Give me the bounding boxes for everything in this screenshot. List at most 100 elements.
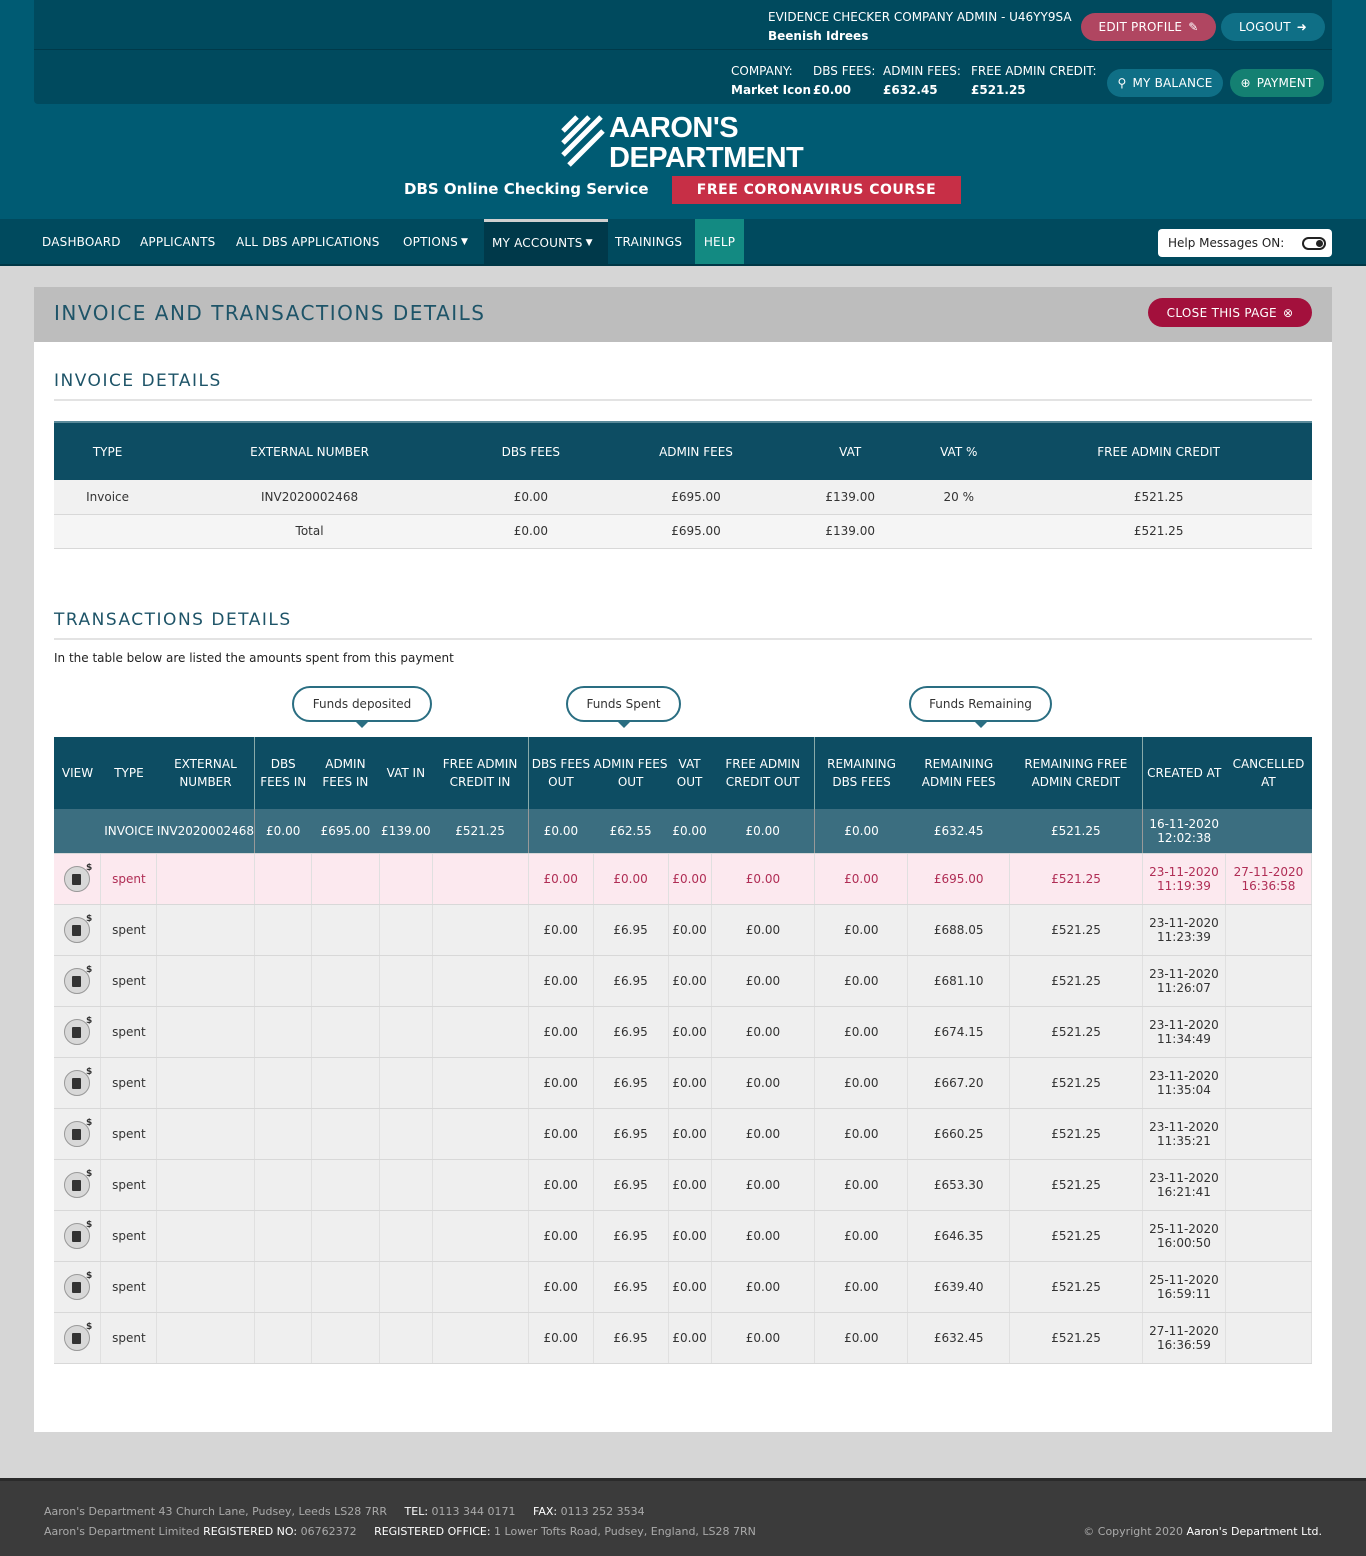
coronavirus-course-link[interactable]: FREE CORONAVIRUS COURSE — [672, 176, 961, 204]
empty-cell — [156, 1159, 255, 1211]
stat-label: FREE ADMIN CREDIT: — [971, 64, 1097, 78]
invoice-cell: £521.25 — [1005, 514, 1312, 549]
tx-cell: £6.95 — [593, 1210, 669, 1262]
tx-cell: £0.00 — [711, 955, 816, 1007]
tx-cell: £0.00 — [527, 955, 594, 1007]
tx-cell: £0.00 — [527, 1159, 594, 1211]
tx-col-header: REMAINING FREE ADMIN CREDIT — [1009, 737, 1143, 809]
tx-invoice-row: INVOICE INV2020002468 £0.00 £695.00 £139.00 £… — [54, 809, 1312, 854]
footer-company-line: Aaron's Department Limited REGISTERED NO… — [44, 1525, 756, 1538]
tx-cell: £521.25 — [1009, 1108, 1143, 1160]
tx-cell: £0.00 — [814, 1210, 909, 1262]
edit-profile-button[interactable]: EDIT PROFILE ✎ — [1081, 13, 1216, 41]
tx-col-header: EXTERNAL NUMBER — [156, 737, 255, 809]
copyright-text: © Copyright 2020 — [1083, 1525, 1184, 1538]
tx-cell — [1225, 1210, 1313, 1262]
tx-cell: £0.00 — [527, 1006, 594, 1058]
view-document-icon[interactable] — [64, 965, 92, 994]
nav-my-accounts[interactable]: MY ACCOUNTS ▼ — [484, 219, 608, 264]
tx-cell: £6.95 — [593, 1261, 669, 1313]
view-document-icon[interactable] — [64, 1220, 92, 1249]
tx-cell — [1225, 1312, 1313, 1364]
tx-cell: £0.00 — [814, 853, 909, 905]
view-cell — [54, 1261, 102, 1313]
tx-cell: £6.95 — [593, 904, 669, 956]
tx-cell: £0.00 — [668, 904, 712, 956]
empty-cell — [379, 1057, 433, 1109]
view-document-icon[interactable] — [64, 1322, 92, 1351]
empty-cell — [254, 1312, 312, 1364]
transactions-note: In the table below are listed the amount… — [54, 651, 454, 665]
tx-cell: £660.25 — [907, 1108, 1011, 1160]
tx-cell: £0.00 — [668, 1159, 712, 1211]
tx-cell — [1225, 1057, 1313, 1109]
view-document-icon[interactable] — [64, 1067, 92, 1096]
invoice-cell: 20 % — [912, 480, 1006, 515]
logout-button[interactable]: LOGOUT ➜ — [1221, 13, 1325, 41]
tx-cell — [1225, 955, 1313, 1007]
transactions-details-title: TRANSACTIONS DETAILS — [54, 610, 1312, 640]
invoice-row: Invoice INV2020002468 £0.00 £695.00 £139.00 2… — [54, 480, 1312, 515]
view-document-icon[interactable] — [64, 863, 92, 892]
empty-cell — [432, 904, 529, 956]
footer-reg: 06762372 — [300, 1525, 357, 1538]
view-document-icon[interactable] — [64, 914, 92, 943]
footer-tel-label: TEL: — [404, 1505, 429, 1518]
tx-cell: £0.00 — [668, 955, 712, 1007]
tx-cell: £139.00 — [379, 809, 433, 854]
tx-cell: £521.25 — [1009, 853, 1143, 905]
view-document-icon[interactable] — [64, 1016, 92, 1045]
my-balance-button[interactable]: ⚲ MY BALANCE — [1107, 69, 1223, 97]
view-document-icon[interactable] — [64, 1118, 92, 1147]
empty-cell — [156, 904, 255, 956]
view-document-icon[interactable] — [64, 1169, 92, 1198]
view-document-icon[interactable] — [64, 1271, 92, 1300]
empty-cell — [432, 1057, 529, 1109]
table-row: spent£0.00£0.00£0.00£0.00£0.00£695.00£52… — [54, 853, 1313, 905]
nav-trainings[interactable]: TRAININGS — [607, 219, 690, 264]
invoice-cell: £695.00 — [603, 514, 789, 549]
tx-cell: INVOICE — [100, 809, 157, 854]
empty-cell — [254, 1159, 312, 1211]
tx-cell: £0.00 — [593, 853, 669, 905]
pencil-icon: ✎ — [1188, 20, 1199, 34]
tx-col-header: VIEW — [54, 737, 101, 809]
invoice-cell: £139.00 — [788, 514, 913, 549]
view-cell — [54, 1006, 102, 1058]
invoice-col-header: TYPE — [54, 421, 162, 480]
stat-value: £521.25 — [971, 83, 1026, 97]
payment-button[interactable]: ⊕ PAYMENT — [1230, 69, 1324, 97]
invoice-cell: Total — [161, 514, 458, 549]
tx-cell — [54, 809, 101, 854]
tx-cell: £0.00 — [668, 1261, 712, 1313]
close-icon: ⊗ — [1282, 305, 1294, 320]
stat-admin-fees: ADMIN FEES: £632.45 — [883, 62, 961, 100]
help-messages-toggle[interactable]: Help Messages ON: — [1158, 229, 1332, 257]
nav-all-dbs-applications[interactable]: ALL DBS APPLICATIONS — [228, 219, 388, 264]
view-cell — [54, 1057, 102, 1109]
empty-cell — [311, 1006, 380, 1058]
tx-cell: £0.00 — [711, 1108, 816, 1160]
tx-cell: 25-11-2020 16:59:11 — [1142, 1261, 1226, 1313]
close-page-button[interactable]: CLOSE THIS PAGE ⊗ — [1148, 298, 1312, 327]
tx-cell: spent — [100, 1210, 158, 1262]
tx-cell: £667.20 — [907, 1057, 1011, 1109]
tx-cell: £0.00 — [668, 1312, 712, 1364]
nav-applicants[interactable]: APPLICANTS — [132, 219, 223, 264]
toggle-switch[interactable] — [1302, 237, 1326, 250]
nav-options[interactable]: OPTIONS ▼ — [395, 219, 476, 264]
site-footer: Aaron's Department 43 Church Lane, Pudse… — [0, 1478, 1366, 1556]
tx-cell: £695.00 — [907, 853, 1011, 905]
empty-cell — [432, 1108, 529, 1160]
tx-cell: £6.95 — [593, 1108, 669, 1160]
nav-dashboard[interactable]: DASHBOARD — [34, 219, 129, 264]
invoice-col-header: FREE ADMIN CREDIT — [1005, 421, 1312, 480]
tx-cell: £521.25 — [1009, 1159, 1143, 1211]
payment-label: PAYMENT — [1256, 76, 1314, 90]
invoice-cell — [54, 514, 162, 549]
nav-help[interactable]: HELP — [695, 219, 744, 264]
empty-cell — [311, 904, 380, 956]
footer-fax: 0113 252 3534 — [560, 1505, 645, 1518]
empty-cell — [432, 853, 529, 905]
tx-cell: £0.00 — [527, 809, 594, 854]
